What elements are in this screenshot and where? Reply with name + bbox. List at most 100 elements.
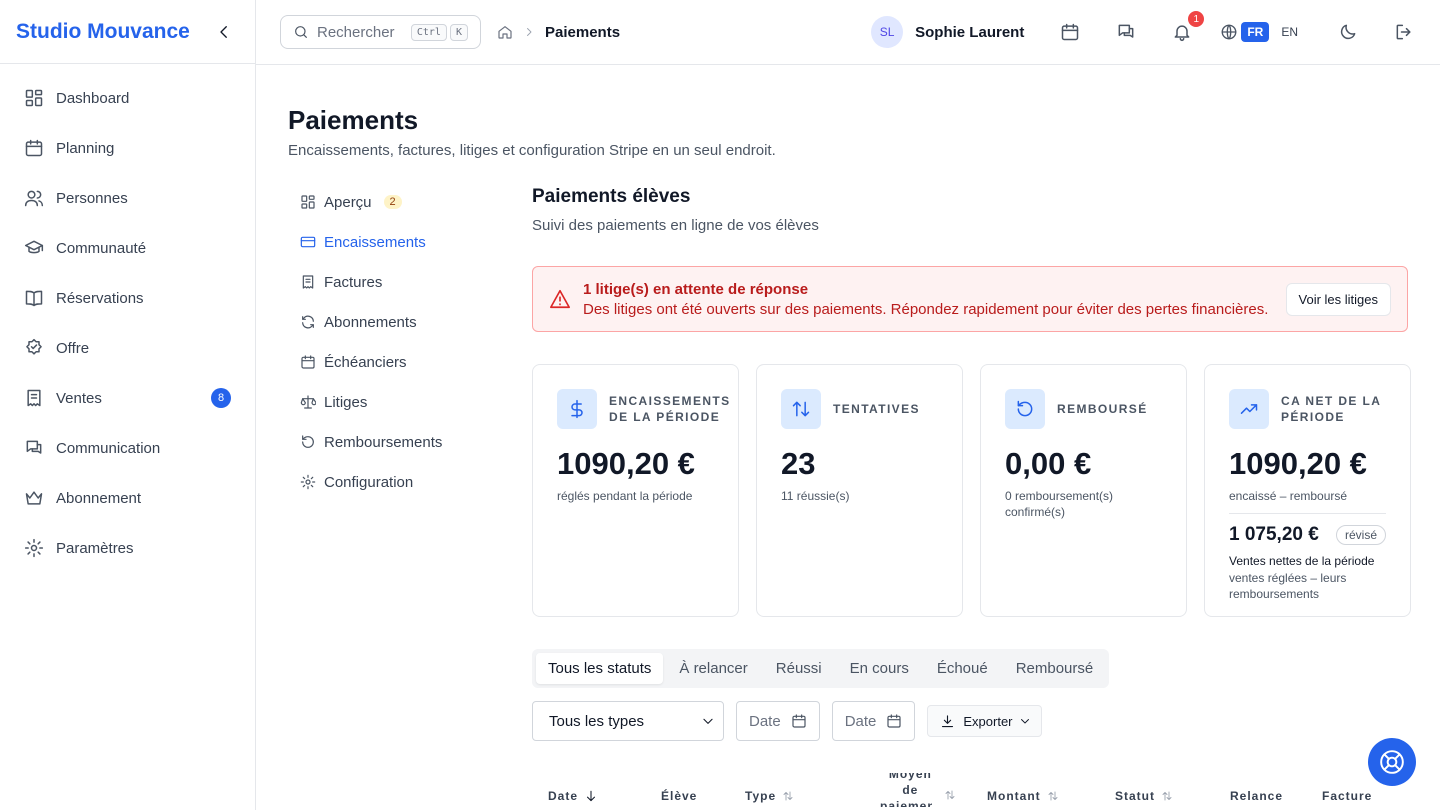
search-icon (293, 24, 309, 40)
sidebar-item-personnes[interactable]: Personnes (0, 173, 255, 223)
export-button[interactable]: Exporter (927, 705, 1042, 737)
col-label: Date (548, 789, 579, 803)
rotate-ccw-icon (300, 434, 316, 450)
dark-mode-icon[interactable] (1336, 20, 1360, 44)
badge-icon (24, 338, 44, 358)
page-subtitle: Encaissements, factures, litiges et conf… (288, 142, 776, 159)
messages-icon[interactable] (1114, 20, 1138, 44)
warning-triangle-icon (549, 288, 571, 310)
revised-value: 1 075,20 € (1229, 524, 1319, 545)
export-label: Exporter (963, 713, 1013, 729)
collapse-sidebar-icon[interactable] (213, 21, 235, 43)
sidebar: Studio Mouvance Dashboard Planning Perso… (0, 0, 256, 810)
search-input[interactable]: Rechercher Ctrl K (280, 15, 481, 49)
subnav-apercu[interactable]: Aperçu 2 (288, 182, 508, 222)
subnav-label: Échéanciers (324, 353, 407, 371)
user-name[interactable]: Sophie Laurent (915, 24, 1024, 41)
globe-icon (1220, 23, 1238, 41)
bell-icon[interactable]: 1 (1170, 11, 1205, 44)
col-moyen-paiement[interactable]: Moyen de paiement (880, 773, 932, 807)
brand-name[interactable]: Studio Mouvance (16, 20, 190, 44)
subnav-label: Abonnements (324, 313, 417, 331)
date-from-picker[interactable]: Date (736, 701, 820, 741)
trending-up-icon (1229, 389, 1269, 429)
payments-content: Paiements élèves Suivi des paiements en … (532, 186, 1411, 807)
col-moyen-sort[interactable] (938, 789, 956, 801)
brand-header: Studio Mouvance (0, 0, 255, 64)
subnav-configuration[interactable]: Configuration (288, 462, 508, 502)
view-disputes-button[interactable]: Voir les litiges (1285, 282, 1391, 316)
gear-icon (300, 474, 316, 490)
type-select[interactable]: Tous les types (532, 701, 724, 741)
sidebar-item-reservations[interactable]: Réservations (0, 273, 255, 323)
page-title: Paiements (288, 105, 419, 135)
topbar: Rechercher Ctrl K Paiements SL Sophie La… (256, 0, 1440, 65)
col-eleve: Élève (661, 789, 697, 803)
logout-icon[interactable] (1392, 20, 1416, 44)
home-icon[interactable] (497, 24, 513, 40)
col-relance: Relance (1230, 789, 1283, 803)
payments-table-header: Date Élève Type Moyen de paiement Montan… (532, 766, 1408, 810)
tab-reussi[interactable]: Réussi (764, 653, 834, 684)
col-label: Facture (1322, 789, 1373, 803)
col-label: Type (745, 789, 777, 803)
date-to-placeholder: Date (844, 712, 877, 730)
credit-card-icon (300, 234, 316, 250)
subnav-litiges[interactable]: Litiges (288, 382, 508, 422)
tab-echoue[interactable]: Échoué (925, 653, 1000, 684)
grid-icon (300, 194, 316, 210)
sidebar-item-ventes[interactable]: Ventes 8 (0, 373, 255, 423)
subnav-encaissements[interactable]: Encaissements (288, 222, 508, 262)
dollar-icon (557, 389, 597, 429)
lang-en-button[interactable]: EN (1275, 22, 1304, 42)
subnav-label: Configuration (324, 473, 414, 491)
calendar-icon[interactable] (1058, 20, 1082, 44)
calendar-icon (300, 354, 316, 370)
stat-value: 23 (781, 446, 816, 481)
section-subtitle: Suivi des paiements en ligne de vos élèv… (532, 217, 819, 234)
topbar-actions: SL Sophie Laurent 1 FR EN (871, 11, 1416, 48)
col-label: Élève (661, 789, 698, 803)
sidebar-item-planning[interactable]: Planning (0, 123, 255, 173)
tab-rembourse[interactable]: Remboursé (1004, 653, 1106, 684)
subnav-remboursements[interactable]: Remboursements (288, 422, 508, 462)
subnav-label: Remboursements (324, 433, 443, 451)
sidebar-item-communaute[interactable]: Communauté (0, 223, 255, 273)
search-shortcut: Ctrl K (408, 23, 468, 41)
col-label: Montant (987, 789, 1041, 803)
col-type[interactable]: Type (745, 789, 794, 803)
col-date[interactable]: Date (548, 789, 598, 803)
subnav-label: Encaissements (324, 233, 426, 251)
kbd-ctrl: Ctrl (410, 23, 447, 41)
subnav-label: Factures (324, 273, 383, 291)
stat-value: 1090,20 € (557, 446, 695, 481)
dashboard-icon (24, 88, 44, 108)
chevron-down-icon (1019, 715, 1031, 727)
search-placeholder: Rechercher (317, 23, 395, 41)
revised-note: ventes réglées – leurs remboursements (1229, 571, 1347, 601)
lang-fr-button[interactable]: FR (1241, 22, 1270, 42)
tab-a-relancer[interactable]: À relancer (667, 653, 759, 684)
sidebar-item-offre[interactable]: Offre (0, 323, 255, 373)
chevron-down-icon (701, 714, 715, 728)
sidebar-item-parametres[interactable]: Paramètres (0, 523, 255, 573)
subnav-factures[interactable]: Factures (288, 262, 508, 302)
sidebar-item-communication[interactable]: Communication (0, 423, 255, 473)
notification-count-badge: 1 (1188, 11, 1205, 27)
col-statut[interactable]: Statut (1115, 789, 1173, 803)
avatar[interactable]: SL (871, 16, 904, 48)
chevron-right-icon (523, 26, 535, 38)
stat-card-rembourse: Remboursé 0,00 € 0 remboursement(s) conf… (980, 364, 1187, 617)
subnav-abonnements[interactable]: Abonnements (288, 302, 508, 342)
tab-en-cours[interactable]: En cours (838, 653, 921, 684)
help-button[interactable] (1368, 738, 1416, 786)
sidebar-item-abonnement[interactable]: Abonnement (0, 473, 255, 523)
chat-icon (24, 438, 44, 458)
crown-icon (24, 488, 44, 508)
col-montant[interactable]: Montant (987, 789, 1059, 803)
sidebar-item-label: Communication (56, 439, 161, 457)
tab-tous-les-statuts[interactable]: Tous les statuts (536, 653, 664, 684)
subnav-echeanciers[interactable]: Échéanciers (288, 342, 508, 382)
date-to-picker[interactable]: Date (831, 701, 916, 741)
sidebar-item-dashboard[interactable]: Dashboard (0, 73, 255, 123)
